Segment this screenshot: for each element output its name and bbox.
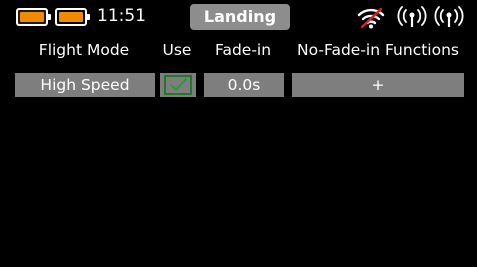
antenna-signal-icon[interactable] bbox=[397, 4, 427, 30]
battery-level-fill bbox=[20, 12, 44, 22]
transmitter-battery-icon bbox=[16, 8, 51, 26]
check-icon bbox=[169, 77, 188, 92]
column-header-use: Use bbox=[162, 41, 192, 59]
antenna-signal-icon[interactable] bbox=[434, 4, 464, 30]
use-checkbox[interactable] bbox=[164, 75, 192, 95]
wifi-off-icon[interactable] bbox=[356, 4, 386, 30]
clock: 11:51 bbox=[97, 6, 146, 26]
add-function-button[interactable]: + bbox=[292, 73, 464, 97]
battery-nub bbox=[87, 14, 90, 20]
column-header-fade-in: Fade-in bbox=[214, 41, 272, 59]
receiver-battery-icon bbox=[55, 8, 90, 26]
column-header-flight-mode: Flight Mode bbox=[38, 41, 130, 59]
use-cell[interactable] bbox=[160, 73, 196, 97]
screen: 11:51 Landing Flight Mode Use Fade-in No… bbox=[8, 0, 472, 262]
battery-nub bbox=[48, 14, 51, 20]
status-bar: 11:51 Landing bbox=[8, 0, 472, 36]
page-title: Landing bbox=[190, 4, 290, 30]
fade-in-cell[interactable]: 0.0s bbox=[204, 73, 284, 97]
battery-level-fill bbox=[59, 12, 83, 22]
column-header-no-fade-in-functions: No-Fade-in Functions bbox=[297, 41, 459, 59]
flight-mode-cell[interactable]: High Speed bbox=[15, 73, 155, 97]
